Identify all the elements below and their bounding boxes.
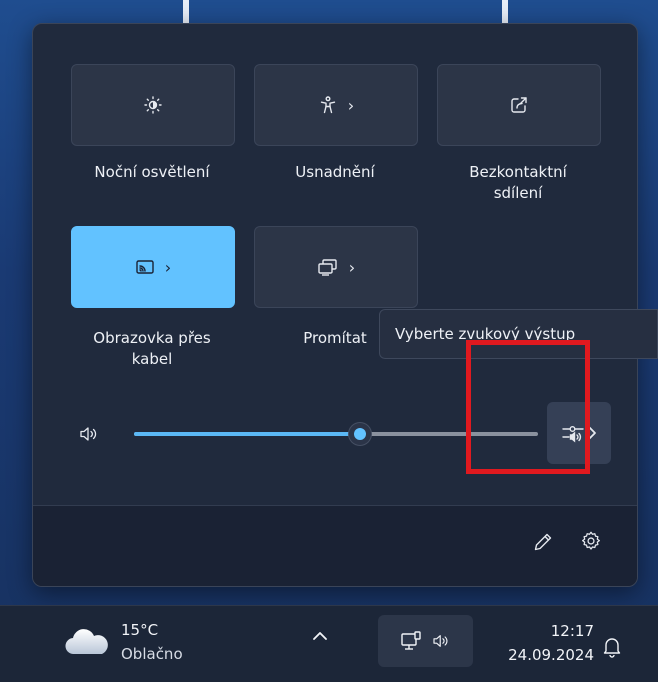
nearby-sharing-toggle[interactable] — [437, 64, 601, 146]
cloud-icon[interactable] — [64, 628, 110, 656]
night-light-label: Noční osvětlení — [94, 163, 210, 181]
project-toggle[interactable]: › — [254, 226, 418, 308]
volume-slider-fill — [134, 432, 360, 436]
settings-gear-button[interactable] — [580, 530, 602, 552]
volume-icon[interactable] — [79, 425, 101, 443]
chevron-right-icon — [587, 425, 597, 441]
system-tray-network-volume[interactable] — [378, 615, 473, 667]
accessibility-label: Usnadnění — [295, 163, 375, 181]
night-light-toggle[interactable] — [71, 64, 235, 146]
chevron-right-icon: › — [348, 257, 356, 277]
chevron-right-icon: › — [164, 257, 172, 277]
chevron-right-icon: › — [347, 95, 355, 115]
network-wired-icon — [400, 630, 422, 652]
weather-condition[interactable]: Oblačno — [121, 645, 183, 663]
clock-date[interactable]: 24.09.2024 — [474, 646, 594, 664]
cast-icon — [135, 258, 155, 276]
audio-output-icon — [561, 422, 585, 444]
cast-label: Obrazovka přes kabel — [93, 329, 211, 368]
accessibility-icon — [318, 95, 338, 115]
accessibility-toggle[interactable]: › — [254, 64, 418, 146]
audio-output-select-button[interactable] — [547, 402, 611, 464]
taskbar: 15°C Oblačno 12:17 24.09.2024 — [0, 605, 658, 682]
audio-output-tooltip: Vyberte zvukový výstup — [379, 309, 658, 359]
volume-icon — [432, 633, 452, 649]
weather-temperature[interactable]: 15°C — [121, 621, 158, 639]
volume-slider-thumb[interactable] — [349, 423, 371, 445]
chevron-up-icon[interactable] — [312, 630, 328, 642]
brightness-icon — [143, 95, 163, 115]
bell-icon[interactable] — [602, 636, 622, 658]
cast-toggle[interactable]: › — [71, 226, 235, 308]
quick-settings-panel: Noční osvětlení › Usnadnění Bezkontaktní… — [32, 23, 638, 587]
nearby-sharing-label: Bezkontaktní sdílení — [469, 163, 567, 202]
share-icon — [509, 95, 529, 115]
clock-time[interactable]: 12:17 — [534, 622, 594, 640]
edit-quick-settings-button[interactable] — [533, 532, 553, 552]
volume-slider[interactable] — [134, 423, 538, 445]
project-icon — [317, 258, 339, 276]
